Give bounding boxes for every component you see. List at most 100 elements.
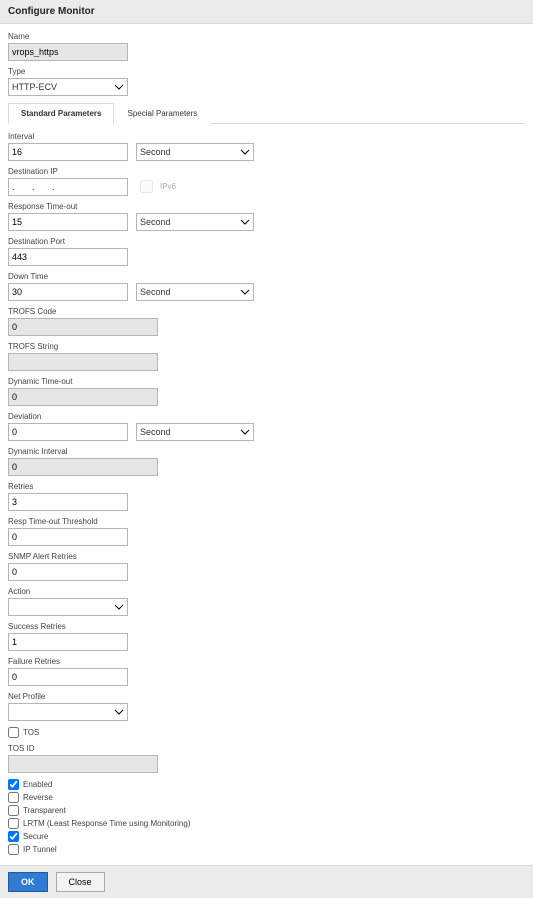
tab-special-parameters[interactable]: Special Parameters xyxy=(114,103,210,124)
dynto-label: Dynamic Time-out xyxy=(8,377,525,386)
lrtm-label: LRTM (Least Response Time using Monitori… xyxy=(23,819,190,828)
trofscode-input[interactable] xyxy=(8,318,158,336)
type-field-group: Type HTTP-ECV xyxy=(8,67,525,96)
downtime-label: Down Time xyxy=(8,272,128,281)
lrtm-checkbox[interactable] xyxy=(8,818,19,829)
lrtm-row: LRTM (Least Response Time using Monitori… xyxy=(8,818,525,829)
ipv6-checkbox xyxy=(140,180,153,193)
reverse-label: Reverse xyxy=(23,793,53,802)
trofsstring-label: TROFS String xyxy=(8,342,525,351)
trofscode-label: TROFS Code xyxy=(8,307,525,316)
iptunnel-label: IP Tunnel xyxy=(23,845,57,854)
destip-input[interactable] xyxy=(8,178,128,196)
reverse-row: Reverse xyxy=(8,792,525,803)
ok-button[interactable]: OK xyxy=(8,872,48,892)
deviation-label: Deviation xyxy=(8,412,128,421)
fail-label: Failure Retries xyxy=(8,657,525,666)
close-button[interactable]: Close xyxy=(56,872,105,892)
destport-group: Destination Port xyxy=(8,237,525,266)
succ-input[interactable] xyxy=(8,633,128,651)
transparent-row: Transparent xyxy=(8,805,525,816)
respto-input[interactable] xyxy=(8,213,128,231)
succ-group: Success Retries xyxy=(8,622,525,651)
destport-label: Destination Port xyxy=(8,237,525,246)
type-value: HTTP-ECV xyxy=(12,82,57,92)
fail-group: Failure Retries xyxy=(8,657,525,686)
snmp-input[interactable] xyxy=(8,563,128,581)
content-area: Name Type HTTP-ECV Standard Parameters S… xyxy=(0,24,533,865)
iptunnel-checkbox[interactable] xyxy=(8,844,19,855)
fail-input[interactable] xyxy=(8,668,128,686)
deviation-input[interactable] xyxy=(8,423,128,441)
deviation-unit-value: Second xyxy=(140,427,171,437)
downtime-unit-select[interactable]: Second xyxy=(136,283,254,301)
name-label: Name xyxy=(8,32,525,41)
netprofile-select[interactable] xyxy=(8,703,128,721)
retries-input[interactable] xyxy=(8,493,128,511)
tosid-group: TOS ID xyxy=(8,744,525,773)
netprofile-group: Net Profile xyxy=(8,692,525,721)
respth-group: Resp Time-out Threshold xyxy=(8,517,525,546)
type-select[interactable]: HTTP-ECV xyxy=(8,78,128,96)
tos-row: TOS xyxy=(8,727,525,738)
interval-label: Interval xyxy=(8,132,128,141)
dynint-input[interactable] xyxy=(8,458,158,476)
dynint-label: Dynamic Interval xyxy=(8,447,525,456)
footer: OK Close xyxy=(0,865,533,898)
dynto-group: Dynamic Time-out xyxy=(8,377,525,406)
succ-label: Success Retries xyxy=(8,622,525,631)
action-group: Action xyxy=(8,587,525,616)
trofscode-group: TROFS Code xyxy=(8,307,525,336)
secure-checkbox[interactable] xyxy=(8,831,19,842)
secure-label: Secure xyxy=(23,832,48,841)
iptunnel-row: IP Tunnel xyxy=(8,844,525,855)
dynto-input[interactable] xyxy=(8,388,158,406)
respth-input[interactable] xyxy=(8,528,128,546)
netprofile-label: Net Profile xyxy=(8,692,525,701)
transparent-label: Transparent xyxy=(23,806,66,815)
name-input[interactable] xyxy=(8,43,128,61)
trofsstring-input[interactable] xyxy=(8,353,158,371)
action-label: Action xyxy=(8,587,525,596)
dynint-group: Dynamic Interval xyxy=(8,447,525,476)
tabs: Standard Parameters Special Parameters xyxy=(8,102,525,124)
tos-checkbox[interactable] xyxy=(8,727,19,738)
retries-label: Retries xyxy=(8,482,525,491)
tab-standard-parameters[interactable]: Standard Parameters xyxy=(8,103,114,124)
respth-label: Resp Time-out Threshold xyxy=(8,517,525,526)
downtime-input[interactable] xyxy=(8,283,128,301)
respto-label: Response Time-out xyxy=(8,202,128,211)
respto-unit-select[interactable]: Second xyxy=(136,213,254,231)
interval-unit-value: Second xyxy=(140,147,171,157)
action-select[interactable] xyxy=(8,598,128,616)
reverse-checkbox[interactable] xyxy=(8,792,19,803)
window-title: Configure Monitor xyxy=(0,0,533,24)
interval-unit-select[interactable]: Second xyxy=(136,143,254,161)
destport-input[interactable] xyxy=(8,248,128,266)
respto-row: Response Time-out Second xyxy=(8,202,525,231)
name-field-group: Name xyxy=(8,32,525,61)
snmp-group: SNMP Alert Retries xyxy=(8,552,525,581)
snmp-label: SNMP Alert Retries xyxy=(8,552,525,561)
retries-group: Retries xyxy=(8,482,525,511)
trofsstring-group: TROFS String xyxy=(8,342,525,371)
deviation-unit-select[interactable]: Second xyxy=(136,423,254,441)
ipv6-label: IPv6 xyxy=(160,182,176,191)
interval-input[interactable] xyxy=(8,143,128,161)
enabled-label: Enabled xyxy=(23,780,52,789)
enabled-checkbox[interactable] xyxy=(8,779,19,790)
tosid-input[interactable] xyxy=(8,755,158,773)
downtime-unit-value: Second xyxy=(140,287,171,297)
tosid-label: TOS ID xyxy=(8,744,525,753)
deviation-row: Deviation Second xyxy=(8,412,525,441)
transparent-checkbox[interactable] xyxy=(8,805,19,816)
destip-label: Destination IP xyxy=(8,167,128,176)
destip-row: Destination IP IPv6 xyxy=(8,167,525,196)
type-label: Type xyxy=(8,67,525,76)
tos-label: TOS xyxy=(23,728,39,737)
interval-row: Interval Second xyxy=(8,132,525,161)
respto-unit-value: Second xyxy=(140,217,171,227)
secure-row: Secure xyxy=(8,831,525,842)
enabled-row: Enabled xyxy=(8,779,525,790)
downtime-row: Down Time Second xyxy=(8,272,525,301)
